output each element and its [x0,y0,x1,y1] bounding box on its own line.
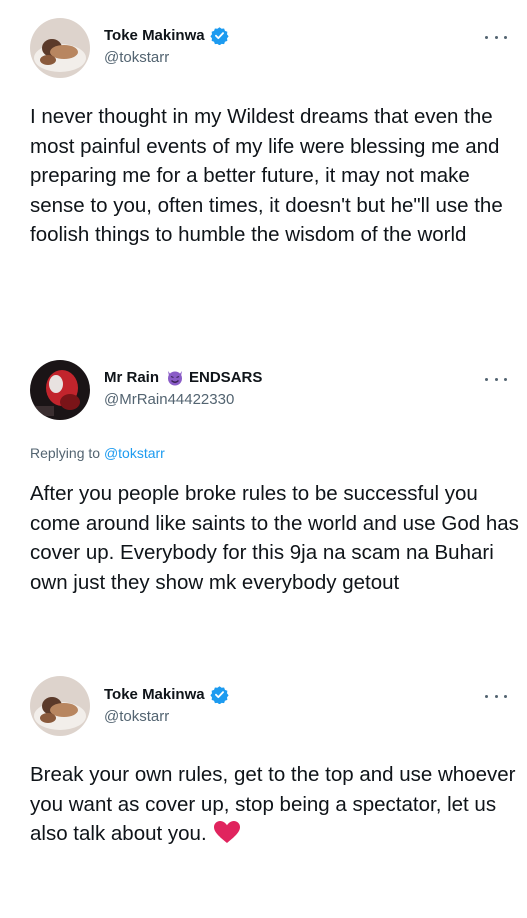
avatar[interactable] [30,360,90,420]
verified-badge-icon [209,26,229,45]
tweet-text-content: Break your own rules, get to the top and… [30,763,516,845]
replying-prefix: Replying to [30,445,101,461]
tweet-text: After you people broke rules to be succe… [30,482,519,594]
name-suffix[interactable]: ENDSARS [189,369,262,386]
author-row: Toke Makinwa [104,25,229,45]
replying-mention-link[interactable]: @tokstarr [104,445,165,461]
author-row: Mr Rain ENDSARS [104,367,262,387]
heart-emoji-icon [213,820,241,844]
avatar[interactable] [30,676,90,736]
tweet-text: Break your own rules, get to the top and… [30,760,520,849]
tweet-text: I never thought in my Wildest dreams tha… [30,105,503,246]
devil-emoji-icon [165,368,185,386]
author-row: Toke Makinwa [104,684,229,704]
handle[interactable]: @MrRain44422330 [104,391,234,408]
more-options-icon[interactable] [485,372,507,386]
handle[interactable]: @tokstarr [104,708,169,725]
avatar[interactable] [30,18,90,78]
display-name[interactable]: Mr Rain [104,369,159,386]
replying-to: Replying to @tokstarr [30,445,165,461]
handle[interactable]: @tokstarr [104,49,169,66]
display-name[interactable]: Toke Makinwa [104,27,205,44]
more-options-icon[interactable] [485,30,507,44]
more-options-icon[interactable] [485,689,507,703]
verified-badge-icon [209,685,229,704]
display-name[interactable]: Toke Makinwa [104,686,205,703]
